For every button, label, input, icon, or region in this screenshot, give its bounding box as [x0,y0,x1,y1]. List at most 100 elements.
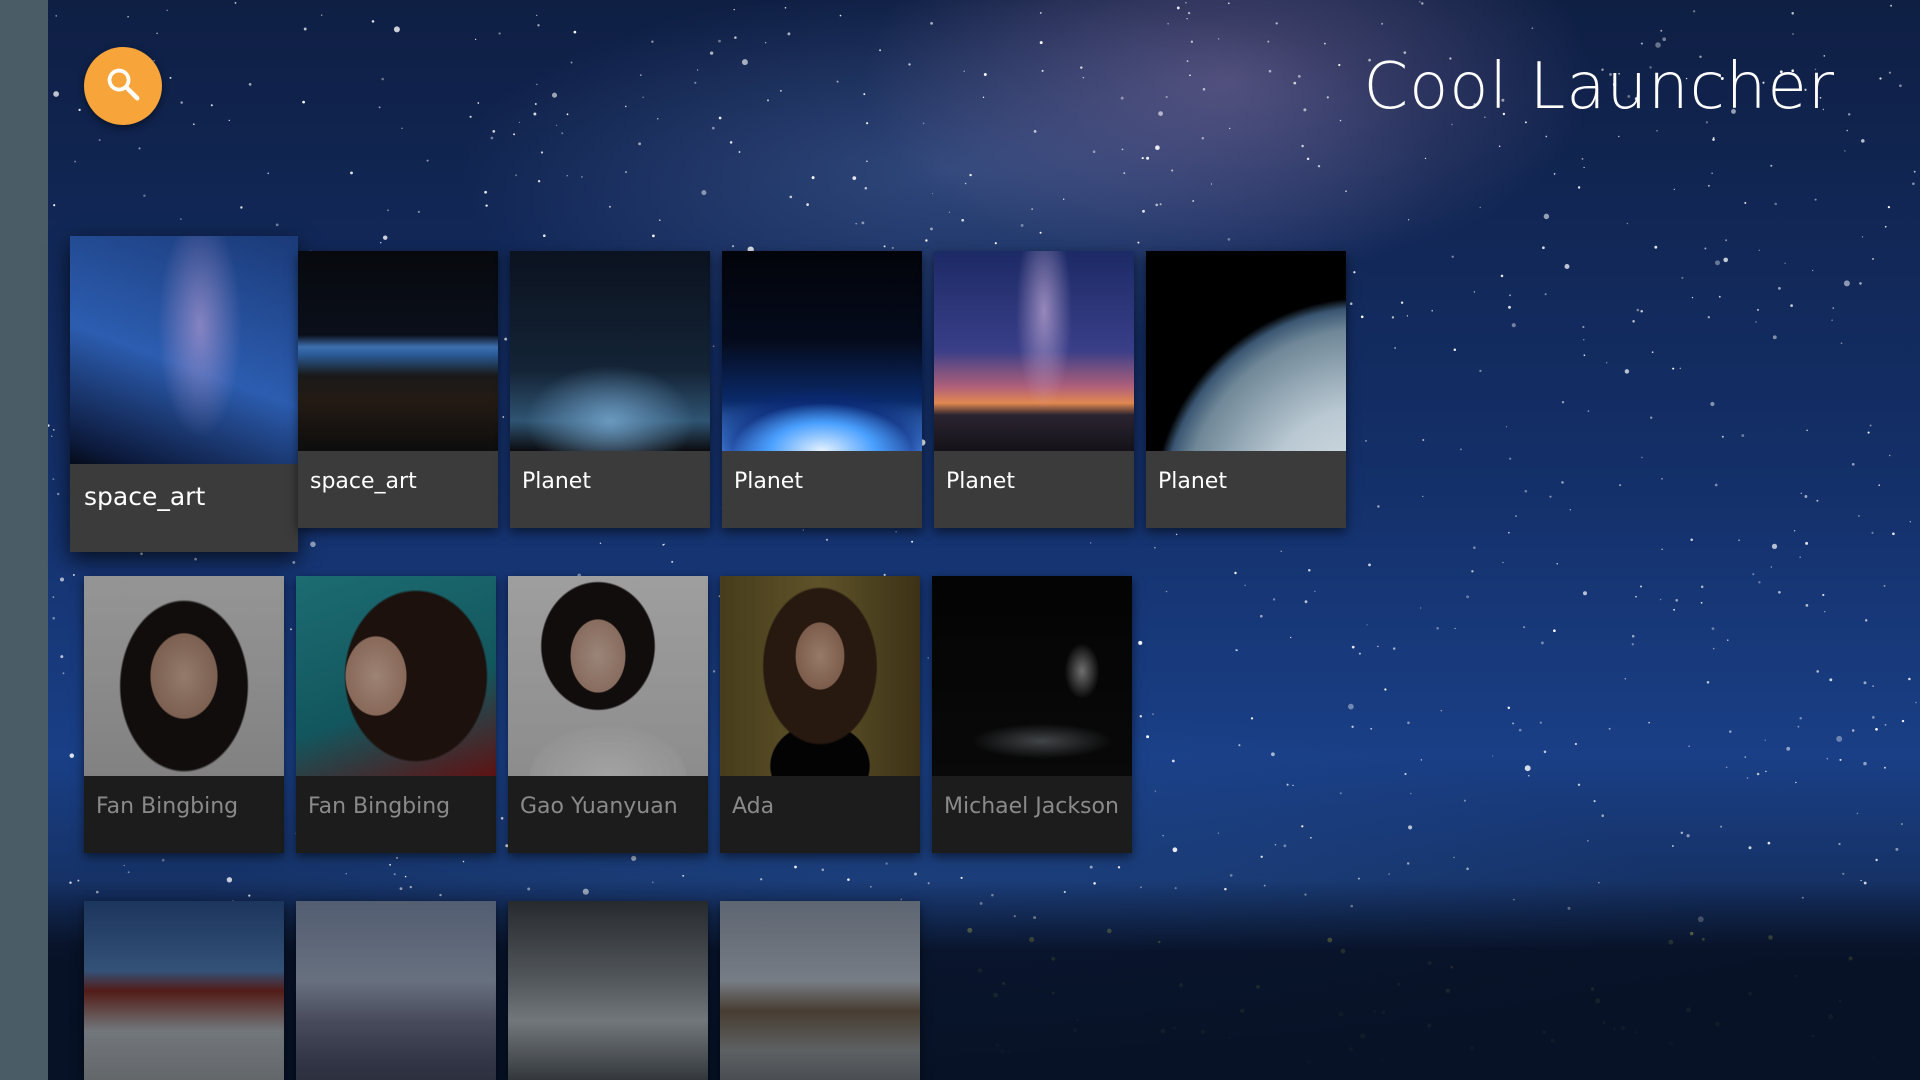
star [1366,624,1368,626]
star [56,492,60,496]
star [1146,156,1150,160]
star [1080,66,1083,69]
thumbnail-night-hills [510,251,710,451]
star [1082,76,1085,79]
star [1154,546,1156,549]
star [1349,302,1353,305]
star [389,863,391,866]
star [1123,172,1126,175]
star [1271,752,1275,757]
star [1718,295,1721,298]
star [891,246,894,249]
card-gao-yuanyuan[interactable]: Gao Yuanyuan [508,576,708,853]
star [764,41,767,44]
star [417,210,420,213]
thumbnail-portrait [720,576,920,776]
star [570,61,573,64]
star [1662,37,1667,42]
star [1708,185,1710,187]
card-fan-bingbing-1[interactable]: Fan Bingbing [84,576,284,853]
star [1377,505,1380,508]
star [1752,573,1755,576]
star [631,855,637,861]
star [462,860,465,863]
star [1770,566,1773,568]
card-row3-3[interactable] [508,901,708,1080]
star [861,221,865,225]
star [1422,495,1424,498]
star [1186,18,1188,20]
card-michael-jackson[interactable]: Michael Jackson [932,576,1132,853]
star [1659,598,1662,601]
app-title: Cool Launcher [1363,50,1835,124]
star [1700,601,1703,604]
card-space-art-1[interactable]: space_art [70,236,298,552]
star [1092,150,1096,154]
star [387,209,389,212]
star [143,194,146,197]
star [1176,6,1180,10]
star [534,103,537,105]
card-space-art-2[interactable]: space_art [298,251,498,528]
star [1778,590,1781,594]
star [378,106,381,109]
star [1454,627,1456,630]
card-planet-3[interactable]: Planet [934,251,1134,528]
card-ada[interactable]: Ada [720,576,920,853]
star [1410,792,1412,795]
star [1800,492,1802,494]
star [1511,323,1516,328]
star [1408,825,1413,830]
star [734,36,737,39]
star [1822,593,1825,597]
card-row3-4[interactable] [720,901,920,1080]
star [1872,257,1874,260]
star [825,538,829,541]
star [1353,271,1356,274]
card-fan-bingbing-2[interactable]: Fan Bingbing [296,576,496,853]
star [1859,282,1862,285]
star [1381,22,1384,25]
star [1020,223,1024,227]
star [1863,681,1867,685]
star [1867,431,1870,434]
star [1324,42,1326,45]
star [1899,84,1902,88]
star [1656,130,1658,132]
thumbnail-forbidden-city [84,901,284,1080]
star [169,76,172,79]
star [1915,701,1917,704]
thumbnail-portrait [84,576,284,776]
star [1142,209,1145,213]
card-row3-1[interactable] [84,901,284,1080]
star [1770,164,1773,167]
star [1290,636,1292,639]
star [863,93,866,96]
star [1394,347,1396,349]
card-planet-2[interactable]: Planet [722,251,922,528]
star [1531,27,1534,30]
star [533,112,537,116]
card-row3-2[interactable] [296,901,496,1080]
card-planet-1[interactable]: Planet [510,251,710,528]
star [931,193,934,195]
star [718,116,722,120]
star [292,560,296,564]
star [52,478,55,481]
star [396,856,398,859]
star [1159,203,1162,206]
star [930,227,933,231]
star [1422,439,1425,441]
card-planet-4[interactable]: Planet [1146,251,1346,528]
star [922,122,925,125]
star [192,123,195,126]
star [1542,246,1545,250]
star [839,14,842,17]
star [1673,188,1675,191]
star [542,234,546,238]
star [1583,354,1586,357]
star [1498,145,1501,147]
star [1872,685,1874,687]
star [1632,320,1635,323]
search-button[interactable] [84,47,162,125]
